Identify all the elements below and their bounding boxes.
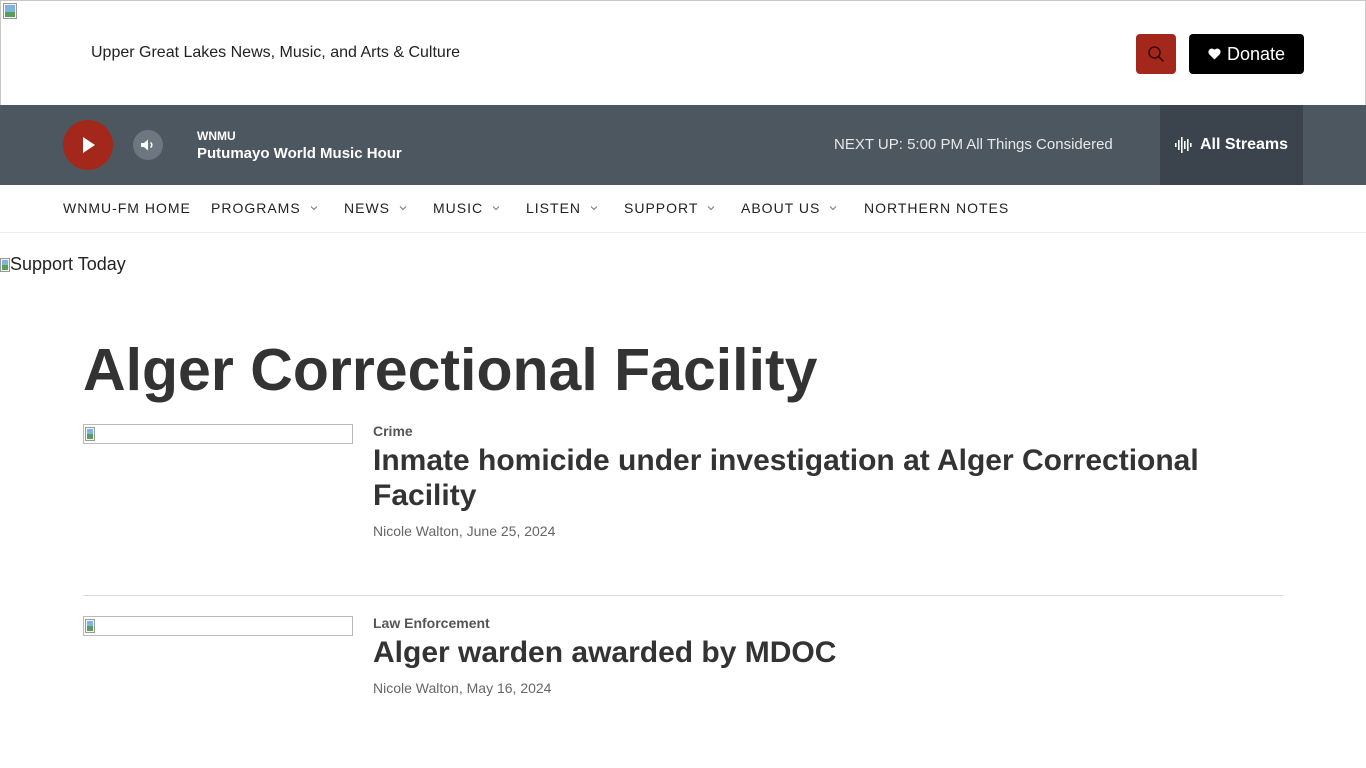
broken-image-icon xyxy=(85,427,95,441)
nav-item-music[interactable]: MUSIC xyxy=(433,200,500,216)
search-button[interactable] xyxy=(1136,34,1176,74)
nav-item-label: ABOUT US xyxy=(741,200,821,216)
next-up: NEXT UP: 5:00 PM All Things Considered xyxy=(834,136,1113,153)
main-nav: WNMU-FM HOME PROGRAMS NEWS MUSIC LISTEN … xyxy=(0,185,1366,233)
support-alt-text: Support Today xyxy=(10,254,126,274)
play-button[interactable] xyxy=(63,120,113,170)
nav-item-support[interactable]: SUPPORT xyxy=(624,200,715,216)
nav-item-news[interactable]: NEWS xyxy=(344,200,407,216)
chevron-down-icon xyxy=(310,206,318,211)
nav-item-label: PROGRAMS xyxy=(211,200,301,216)
nav-item-label: LISTEN xyxy=(526,200,582,216)
search-icon xyxy=(1148,46,1164,62)
audio-wave-icon xyxy=(1174,137,1192,153)
article-headline[interactable]: Alger warden awarded by MDOC xyxy=(373,635,1273,670)
nav-item-label: NORTHERN NOTES xyxy=(864,200,1010,216)
article-byline: Nicole Walton, June 25, 2024 xyxy=(373,523,556,539)
article-category[interactable]: Crime xyxy=(373,423,413,439)
now-playing-title[interactable]: Putumayo World Music Hour xyxy=(197,145,402,162)
nav-item-label: NEWS xyxy=(344,200,390,216)
station-name: WNMU xyxy=(197,129,236,143)
nav-item-label: WNMU-FM HOME xyxy=(63,200,191,216)
support-banner[interactable]: Support Today xyxy=(0,254,126,275)
chevron-down-icon xyxy=(708,206,715,211)
live-player-bar: WNMU Putumayo World Music Hour NEXT UP: … xyxy=(0,105,1366,185)
nav-item-label: MUSIC xyxy=(433,200,484,216)
nav-item-home[interactable]: WNMU-FM HOME xyxy=(63,200,191,216)
nav-item-northern-notes[interactable]: NORTHERN NOTES xyxy=(864,200,1009,216)
volume-icon xyxy=(141,139,153,151)
all-streams-button[interactable]: All Streams xyxy=(1160,105,1303,185)
next-up-show: All Things Considered xyxy=(966,136,1113,153)
chevron-down-icon xyxy=(590,206,598,211)
nav-item-listen[interactable]: LISTEN xyxy=(526,200,598,216)
broken-image-icon xyxy=(85,619,95,633)
article-headline[interactable]: Inmate homicide under investigation at A… xyxy=(373,443,1273,513)
page-title: Alger Correctional Facility xyxy=(83,337,818,403)
nav-item-about-us[interactable]: ABOUT US xyxy=(741,200,837,216)
site-tagline: Upper Great Lakes News, Music, and Arts … xyxy=(91,44,461,61)
donate-button[interactable]: Donate xyxy=(1189,34,1304,74)
chevron-down-icon xyxy=(829,206,837,211)
next-up-time: 5:00 PM xyxy=(907,136,963,153)
chevron-down-icon xyxy=(399,206,407,211)
article-category[interactable]: Law Enforcement xyxy=(373,615,490,631)
next-up-label: NEXT UP: xyxy=(834,136,903,153)
donate-label: Donate xyxy=(1226,43,1286,64)
article-divider xyxy=(83,595,1283,596)
site-header: Upper Great Lakes News, Music, and Arts … xyxy=(0,0,1366,105)
volume-button[interactable] xyxy=(133,130,163,160)
play-icon xyxy=(83,137,95,153)
station-logo[interactable] xyxy=(3,3,19,21)
broken-image-icon xyxy=(0,257,10,272)
nav-item-programs[interactable]: PROGRAMS xyxy=(211,200,318,216)
article-thumbnail[interactable] xyxy=(83,616,353,636)
article-thumbnail[interactable] xyxy=(83,424,353,444)
chevron-down-icon xyxy=(492,206,500,211)
nav-item-label: SUPPORT xyxy=(624,200,699,216)
all-streams-label: All Streams xyxy=(1199,136,1289,153)
heart-icon xyxy=(1208,48,1221,60)
article-byline: Nicole Walton, May 16, 2024 xyxy=(373,680,552,696)
